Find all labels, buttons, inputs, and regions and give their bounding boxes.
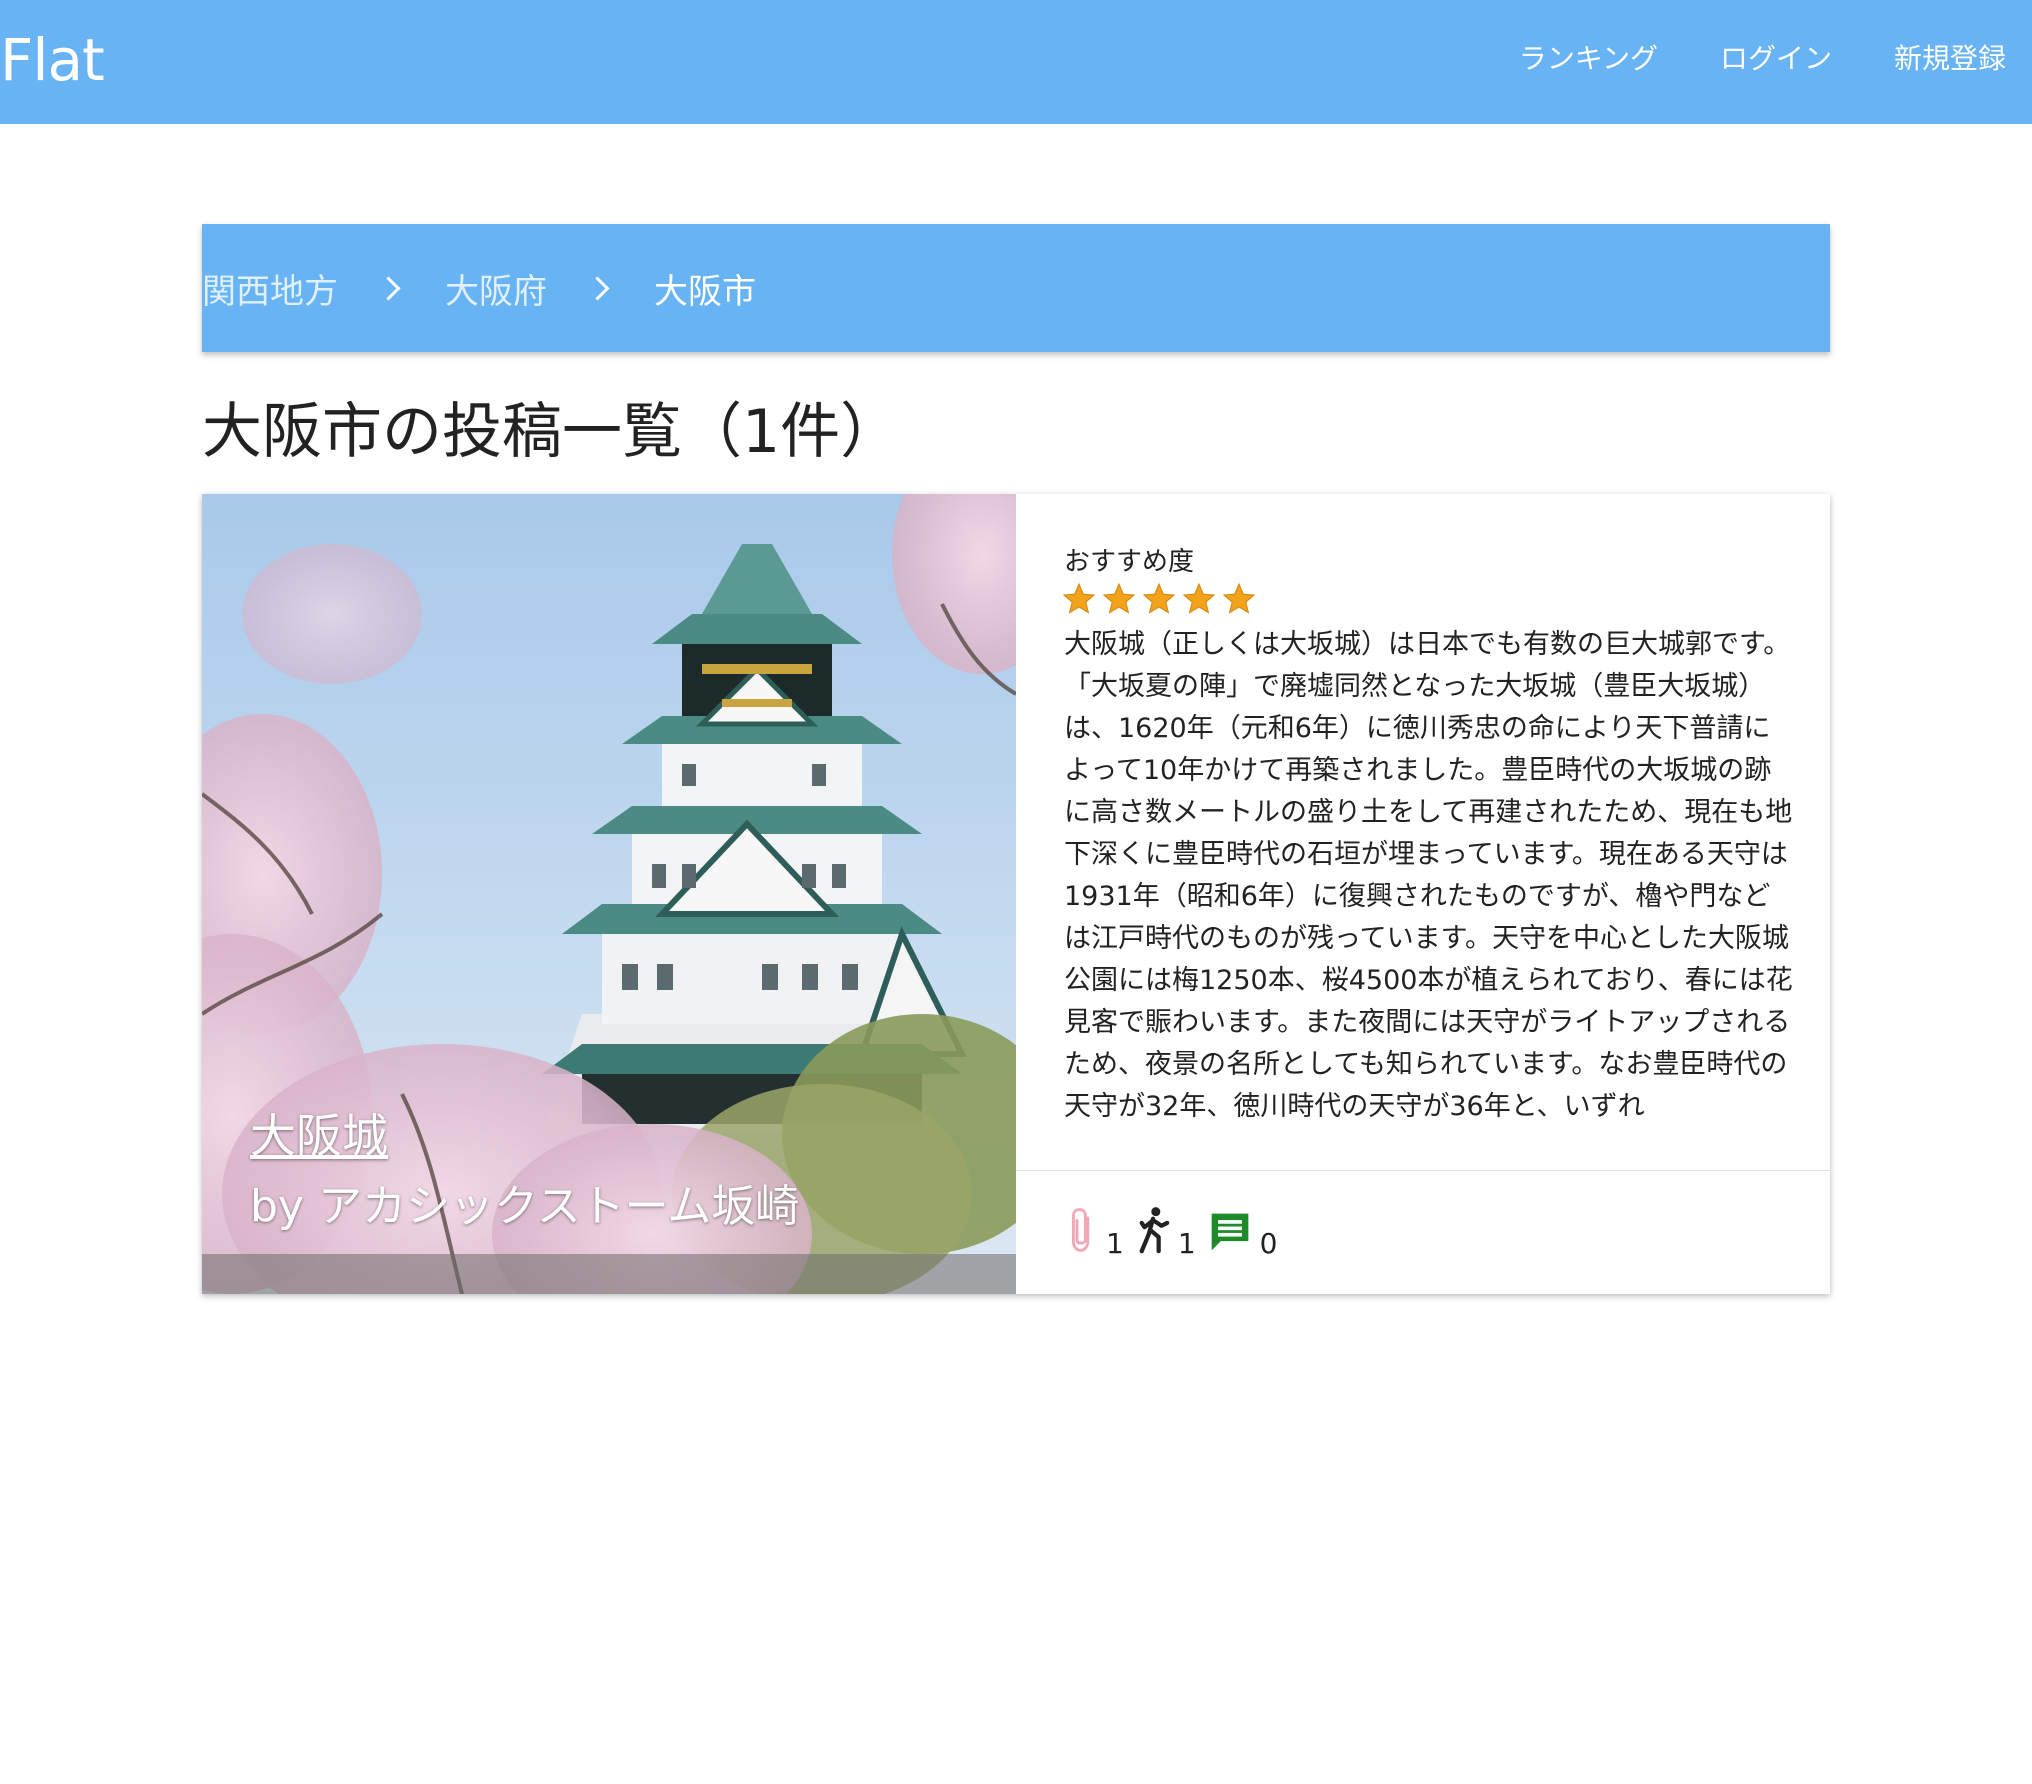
brand-logo[interactable]: Flat [0, 22, 105, 98]
navbar: Flat ランキング ログイン 新規登録 [0, 0, 2032, 124]
star-icon [1182, 582, 1216, 614]
star-icon [1062, 582, 1096, 614]
comment-count: 0 [1259, 1227, 1278, 1260]
osaka-castle-photo[interactable]: 大阪城 by アカシックストーム坂崎 [202, 494, 1016, 1294]
breadcrumb-item-city[interactable]: 大阪市 [654, 264, 756, 313]
breadcrumb: 関西地方 大阪府 大阪市 [202, 224, 1830, 352]
star-icon [1142, 582, 1176, 614]
nav-link-ranking[interactable]: ランキング [1519, 38, 1658, 80]
page-title: 大阪市の投稿一覧（1件） [202, 397, 901, 467]
breadcrumb-item-prefecture[interactable]: 大阪府 [445, 264, 547, 313]
walking-person-icon [1139, 1207, 1170, 1254]
post-card-body: おすすめ度 大阪城（正しくは大坂城）は日本でも有数の巨大城郭です。「大坂夏の陣」… [1016, 494, 1830, 1294]
chevron-right-icon [585, 275, 610, 301]
card-divider [1016, 1170, 1830, 1171]
nav-link-signup[interactable]: 新規登録 [1894, 38, 2006, 80]
visit-stat[interactable]: 1 [1136, 1206, 1196, 1260]
nav-links: ランキング ログイン 新規登録 [1519, 38, 2006, 80]
breadcrumb-item-region[interactable]: 関西地方 [202, 264, 338, 313]
nav-link-login[interactable]: ログイン [1720, 38, 1832, 80]
post-title-link[interactable]: 大阪城 [250, 1106, 388, 1166]
clip-count: 1 [1106, 1227, 1124, 1260]
rating-label: おすすめ度 [1064, 547, 1195, 577]
star-icon [1222, 582, 1256, 614]
post-description: 大阪城（正しくは大坂城）は日本でも有数の巨大城郭です。「大坂夏の陣」で廃墟同然と… [1064, 629, 1793, 1122]
chevron-right-icon [376, 275, 401, 301]
clip-stat[interactable]: 1 [1068, 1206, 1124, 1260]
comment-stat[interactable]: 0 [1208, 1210, 1277, 1260]
post-author: by アカシックストーム坂崎 [250, 1181, 800, 1232]
comment-icon [1211, 1213, 1248, 1251]
star-icon [1102, 582, 1136, 614]
post-card: 大阪城 by アカシックストーム坂崎 おすすめ度 大阪城（正しくは大坂城）は日本… [202, 494, 1830, 1294]
rating-stars [1062, 582, 1256, 616]
paperclip-icon [1071, 1208, 1090, 1252]
visit-count: 1 [1177, 1227, 1196, 1260]
post-stats: 1 1 0 [1068, 1206, 1289, 1260]
